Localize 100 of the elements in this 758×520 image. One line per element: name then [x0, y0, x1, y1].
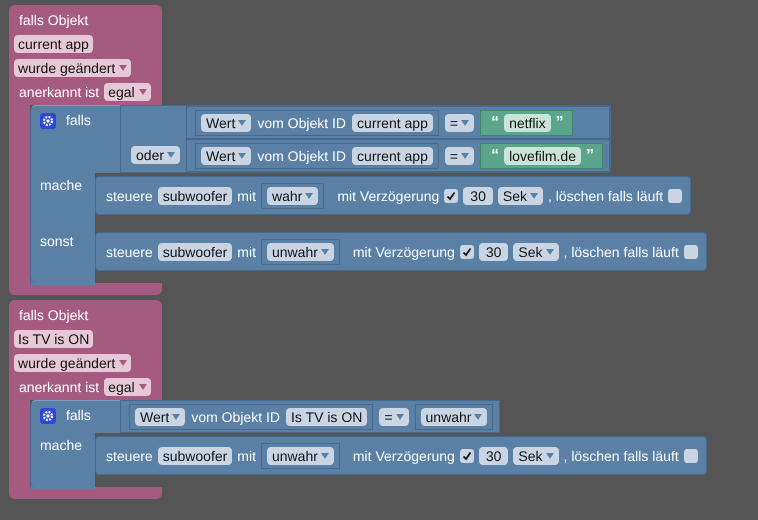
- string-block[interactable]: “ netflix ”: [480, 110, 573, 136]
- caret-icon: [461, 120, 470, 126]
- delay-checkbox[interactable]: [444, 188, 458, 202]
- object-id-field[interactable]: Is TV is ON: [14, 330, 94, 348]
- object-id-field[interactable]: current app: [352, 114, 433, 132]
- boolean-dropdown[interactable]: unwahr: [266, 242, 334, 260]
- boolean-block[interactable]: unwahr: [260, 238, 340, 264]
- device-field[interactable]: subwoofer: [158, 242, 232, 260]
- quote-mark: ”: [586, 146, 594, 164]
- block-label: mit Verzögerung: [352, 448, 455, 464]
- block-label: vom Objekt ID: [257, 114, 346, 130]
- block-label: steuere: [106, 244, 153, 260]
- delay-field[interactable]: 30: [463, 186, 493, 204]
- quote-mark: “: [491, 146, 500, 164]
- boolean-dropdown[interactable]: wahr: [266, 186, 318, 204]
- operator-dropdown[interactable]: =: [444, 146, 474, 164]
- caret-icon: [238, 120, 246, 126]
- control-block[interactable]: steuere subwoofer mit unwahr mit Verzögerung 30 Sek , löschen falls läuft: [95, 436, 707, 475]
- string-block[interactable]: “ lovefilm.de ”: [480, 142, 603, 168]
- clear-checkbox[interactable]: [684, 448, 698, 462]
- boolean-block[interactable]: unwahr: [260, 442, 340, 468]
- caret-icon: [320, 452, 329, 458]
- block-label: steuere: [106, 188, 153, 204]
- block-label: anerkannt ist: [18, 379, 100, 395]
- event-block[interactable]: [9, 5, 707, 295]
- value-dropdown[interactable]: Wert: [201, 114, 252, 132]
- object-id-field[interactable]: current app: [14, 35, 93, 53]
- settings-icon[interactable]: [40, 408, 56, 424]
- settings-icon[interactable]: [40, 113, 56, 129]
- logic-block[interactable]: oder Wert vom Objekt ID current app = “ netflix ” Wert vom Objekt ID current app = “ lovefilm.de ”: [120, 105, 611, 173]
- delay-checkbox[interactable]: [460, 244, 474, 258]
- block-label: steuere: [106, 448, 153, 464]
- caret-icon: [305, 192, 314, 198]
- compare-block[interactable]: Wert vom Objekt ID Is TV is ON = unwahr: [120, 400, 500, 433]
- caret-icon: [119, 65, 128, 71]
- object-id-field[interactable]: current app: [352, 146, 433, 164]
- unit-dropdown[interactable]: Sek: [498, 186, 543, 204]
- block-label: , löschen falls läuft: [564, 448, 679, 464]
- operator-dropdown[interactable]: =: [444, 114, 474, 132]
- compare-block[interactable]: Wert vom Objekt ID current app = “ lovefilm.de ”: [186, 139, 610, 172]
- block-label: falls: [66, 407, 91, 423]
- block-label: mache: [40, 437, 82, 453]
- ack-dropdown[interactable]: egal: [104, 83, 151, 101]
- block-label: mit: [237, 188, 256, 204]
- caret-icon: [138, 384, 147, 390]
- value-dropdown[interactable]: Wert: [135, 408, 186, 426]
- delay-field[interactable]: 30: [478, 446, 508, 464]
- text-field[interactable]: lovefilm.de: [504, 146, 581, 164]
- value-dropdown[interactable]: Wert: [201, 146, 252, 164]
- block-label: falls: [66, 112, 91, 128]
- event-block[interactable]: falls Objekt Is TV is ON wurde geändert anerkannt ist egal falls Wert vom Objekt ID Is TV is ON = unwahr mache steuere subwoofer mit unwahr mit Verzögerung 30 Sek , löschen falls läuft: [9, 300, 707, 499]
- caret-icon: [238, 152, 246, 158]
- caret-icon: [167, 152, 176, 158]
- boolean-dropdown[interactable]: unwahr: [266, 446, 334, 464]
- caret-icon: [396, 414, 404, 420]
- caret-icon: [320, 248, 329, 254]
- device-field[interactable]: subwoofer: [158, 186, 232, 204]
- block-label: mit: [237, 448, 256, 464]
- clear-checkbox[interactable]: [684, 244, 698, 258]
- block-label: , löschen falls läuft: [548, 188, 664, 204]
- clear-checkbox[interactable]: [668, 188, 682, 202]
- block-label: mit: [237, 244, 256, 260]
- unit-dropdown[interactable]: Sek: [513, 242, 559, 260]
- caret-icon: [546, 452, 554, 458]
- compare-block[interactable]: Wert vom Objekt ID current app = “ netflix ”: [186, 106, 610, 139]
- if-block[interactable]: [30, 105, 707, 283]
- value-block[interactable]: Wert vom Objekt ID Is TV is ON: [129, 404, 374, 430]
- ack-dropdown[interactable]: egal: [104, 378, 151, 396]
- delay-checkbox[interactable]: [460, 448, 474, 462]
- boolean-dropdown[interactable]: unwahr: [420, 408, 488, 426]
- value-block[interactable]: Wert vom Objekt ID current app: [195, 142, 439, 168]
- control-block[interactable]: steuere subwoofer mit wahr mit Verzögerung 30 Sek , löschen falls läuft: [95, 176, 692, 215]
- object-id-field[interactable]: Is TV is ON: [286, 408, 368, 426]
- text-field[interactable]: netflix: [504, 114, 551, 132]
- block-label: falls Objekt: [18, 12, 88, 28]
- caret-icon: [546, 248, 554, 254]
- operator-dropdown[interactable]: =: [379, 408, 409, 426]
- block-label: vom Objekt ID: [257, 148, 346, 164]
- trigger-dropdown[interactable]: wurde geändert: [14, 59, 132, 77]
- value-block[interactable]: Wert vom Objekt ID current app: [195, 110, 439, 136]
- logic-dropdown[interactable]: oder: [131, 146, 180, 164]
- caret-icon: [138, 89, 147, 95]
- block-label: sonst: [40, 233, 74, 249]
- unit-dropdown[interactable]: Sek: [513, 446, 559, 464]
- trigger-dropdown[interactable]: wurde geändert: [14, 354, 132, 372]
- block-label: falls Objekt: [18, 307, 88, 323]
- block-label: , löschen falls läuft: [564, 244, 679, 260]
- caret-icon: [474, 414, 482, 420]
- quote-mark: ”: [556, 114, 564, 132]
- boolean-block[interactable]: unwahr: [414, 404, 494, 430]
- device-field[interactable]: subwoofer: [158, 446, 232, 464]
- block-label: mache: [40, 177, 82, 193]
- delay-field[interactable]: 30: [478, 242, 508, 260]
- caret-icon: [119, 360, 128, 366]
- boolean-block[interactable]: wahr: [260, 182, 324, 208]
- block-label: anerkannt ist: [18, 84, 100, 100]
- control-block[interactable]: steuere subwoofer mit unwahr mit Verzögerung 30 Sek , löschen falls läuft: [95, 232, 707, 271]
- block-label: vom Objekt ID: [191, 408, 280, 424]
- caret-icon: [172, 414, 180, 420]
- caret-icon: [461, 152, 470, 158]
